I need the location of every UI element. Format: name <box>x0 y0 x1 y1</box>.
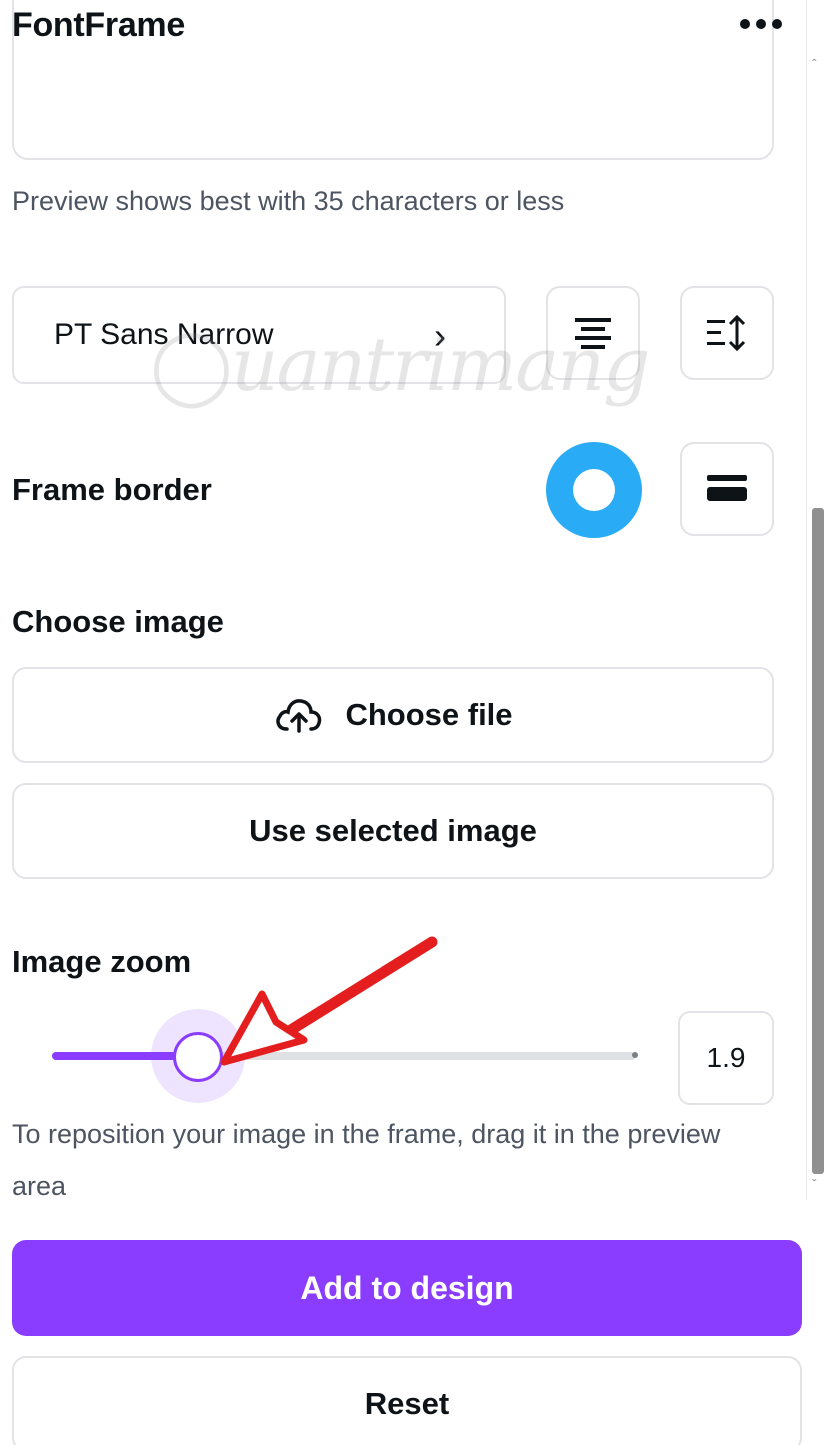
choose-image-label: Choose image <box>12 604 224 639</box>
choose-file-label: Choose file <box>345 697 513 732</box>
app-title: FontFrame <box>12 6 185 44</box>
border-weight-icon <box>707 475 747 501</box>
align-center-icon <box>575 318 611 349</box>
more-dot <box>772 19 782 29</box>
text-hint: Preview shows best with 35 characters or… <box>12 186 565 216</box>
border-color-button[interactable] <box>546 442 642 538</box>
chevron-right-icon: › <box>434 315 446 356</box>
more-dot <box>756 19 766 29</box>
use-selected-image-button[interactable]: Use selected image <box>12 783 774 879</box>
frame-border-label: Frame border <box>12 472 212 507</box>
image-zoom-slider[interactable] <box>40 1009 660 1103</box>
use-selected-image-label: Use selected image <box>249 813 537 848</box>
choose-file-button[interactable]: Choose file <box>12 667 774 763</box>
zoom-value-field[interactable]: 1.9 <box>678 1011 774 1105</box>
cloud-upload-icon <box>276 699 322 733</box>
scroll-down-icon[interactable]: ˇ <box>812 1176 824 1192</box>
line-spacing-icon <box>707 314 746 352</box>
slider-end-dot <box>632 1052 638 1058</box>
slider-thumb[interactable] <box>173 1032 223 1082</box>
font-family-select[interactable]: PT Sans Narrow › <box>12 286 506 384</box>
scroll-up-icon[interactable]: ˆ <box>812 56 824 76</box>
font-family-label: PT Sans Narrow <box>54 318 274 351</box>
reposition-help-text: To reposition your image in the frame, d… <box>12 1119 721 1201</box>
more-horizontal-icon <box>740 19 750 29</box>
reset-button[interactable]: Reset <box>12 1356 802 1445</box>
border-weight-button[interactable] <box>680 442 774 536</box>
add-to-design-button[interactable]: Add to design <box>12 1240 802 1336</box>
scrollbar-thumb[interactable] <box>812 508 824 1174</box>
border-color-swatch-inner <box>573 469 615 511</box>
text-align-button[interactable] <box>546 286 640 380</box>
more-options-button[interactable] <box>736 4 786 44</box>
image-zoom-label: Image zoom <box>12 944 192 979</box>
line-spacing-button[interactable] <box>680 286 774 380</box>
